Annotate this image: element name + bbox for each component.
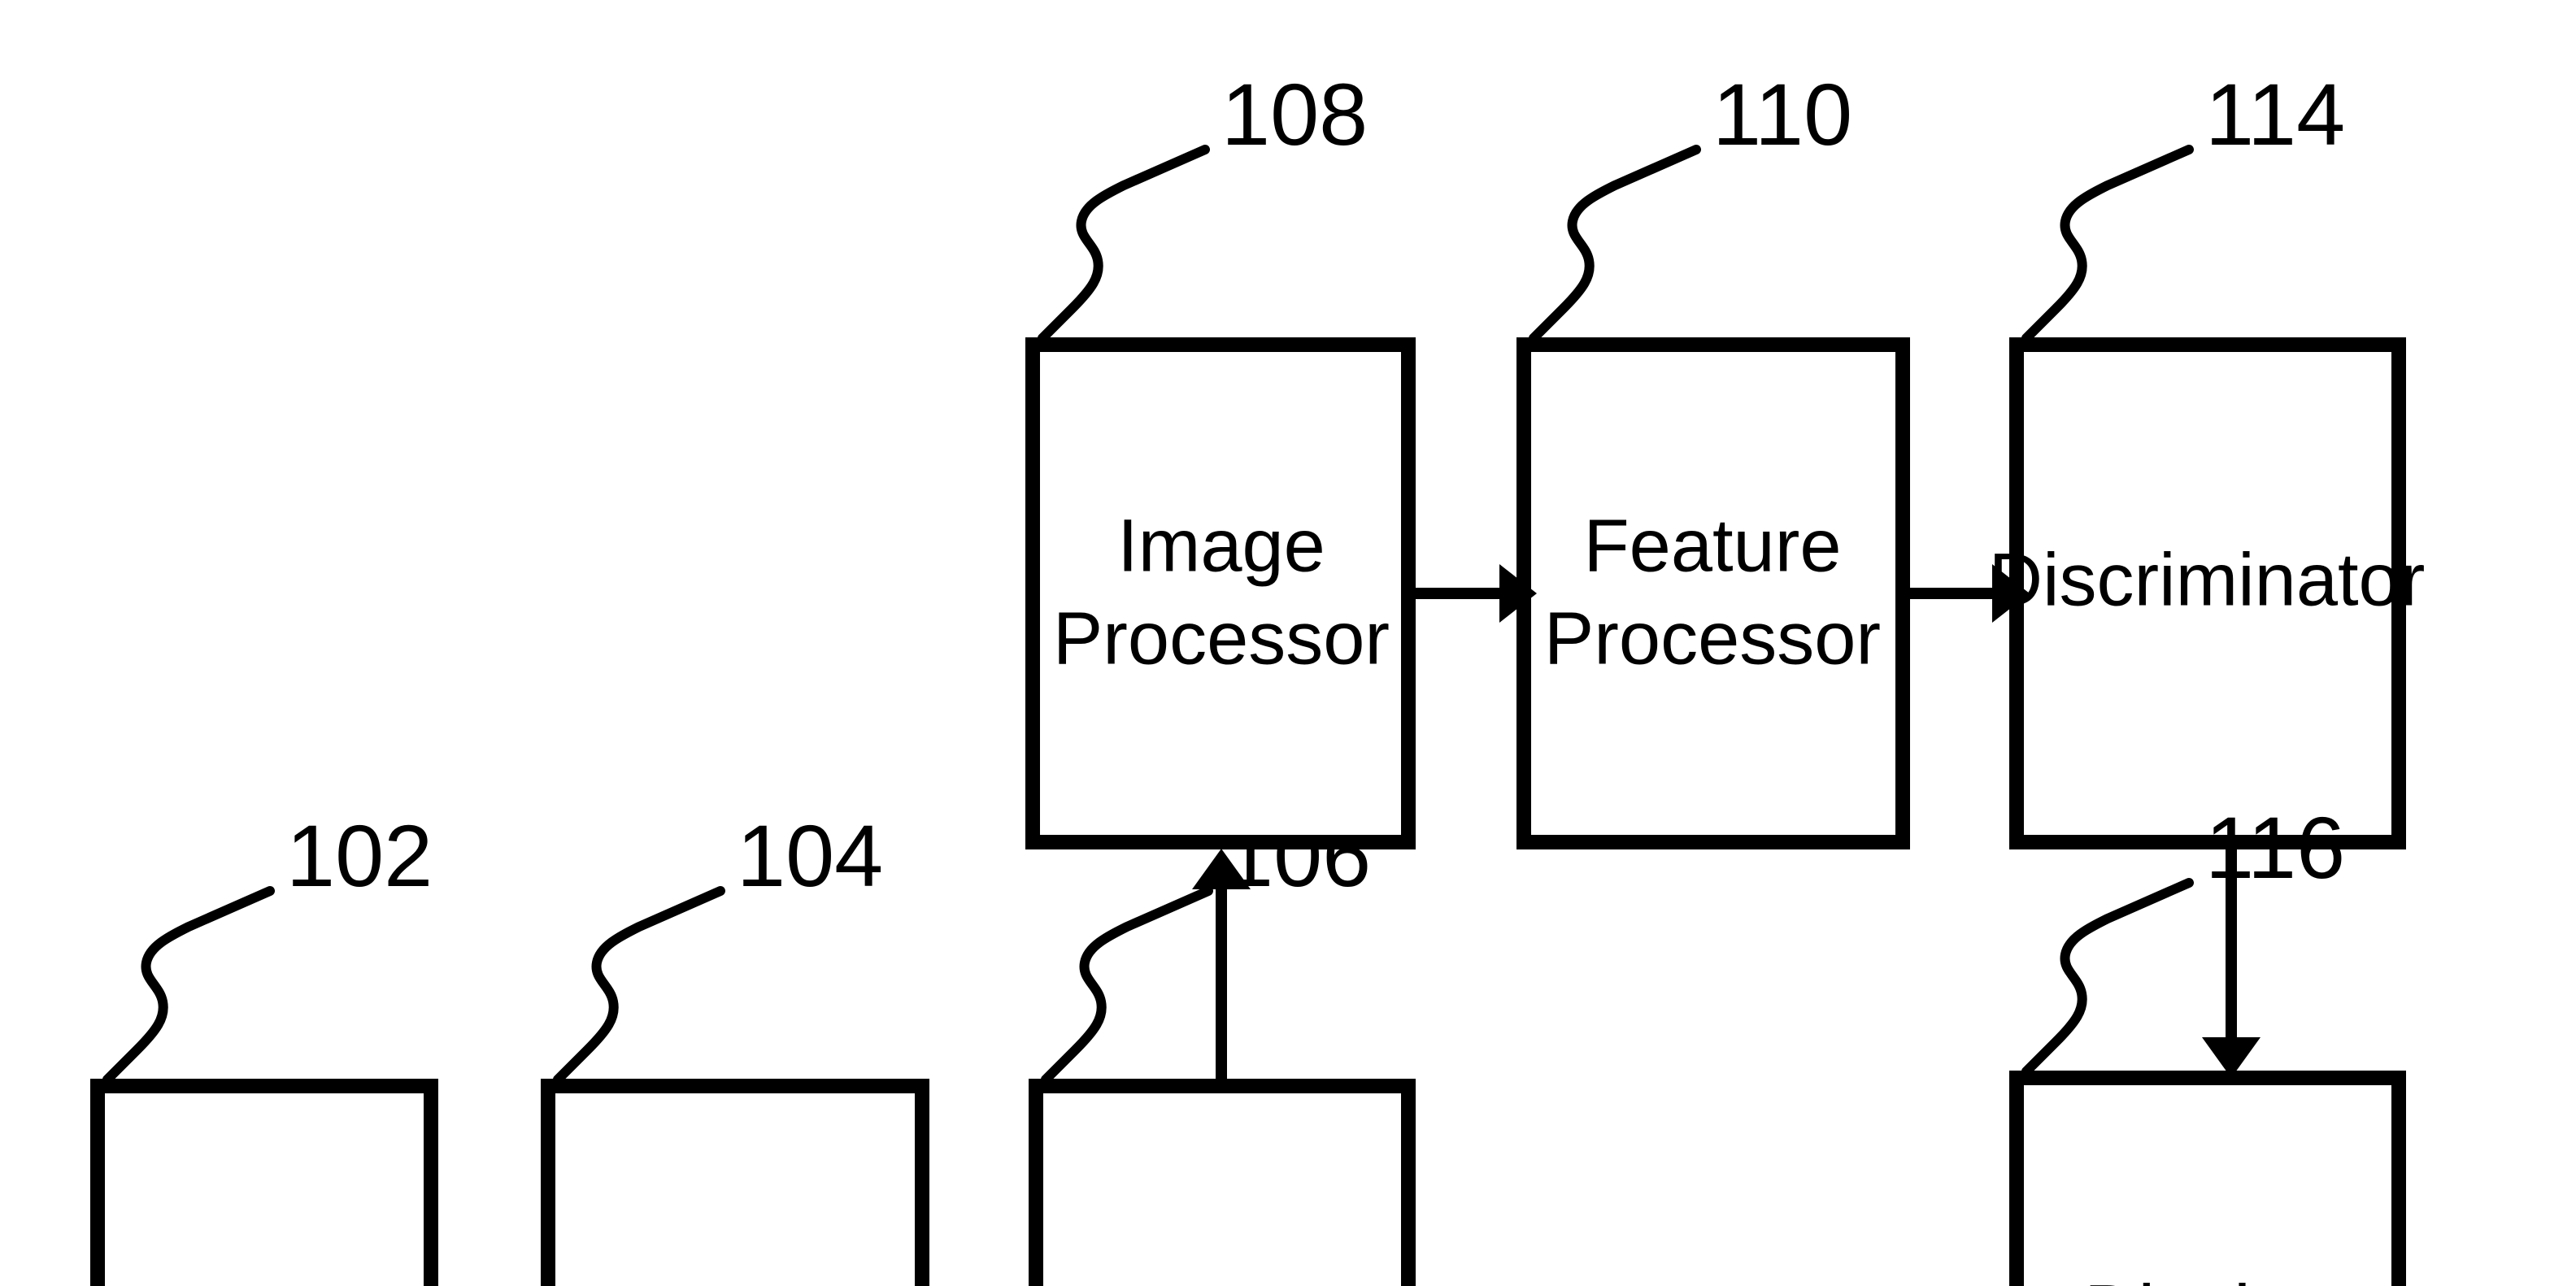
image-processor-label-line2: Processor [1053,597,1390,680]
connector-pre-to-image [1192,849,1251,1086]
block-feature-processor: Feature Processor 110 [1516,65,1910,849]
image-processor-label-line1: Image [1117,504,1325,587]
image-processor-box [1025,337,1416,849]
ref-number-108: 108 [1221,65,1368,163]
block-discriminator: Discriminator 114 [1989,65,2426,849]
block-sensor-unit: Sensor Unit 102 [90,806,438,1286]
display-label: Display [2084,1270,2330,1286]
block-image-processor: Image Processor 108 [1025,65,1416,849]
data-processor-box [541,1079,929,1286]
patent-figure-canvas: Sensor Unit 102 Data Processor 104 Pre-P… [0,0,2576,1286]
discriminator-label: Discriminator [1989,538,2426,621]
ref-number-102: 102 [286,806,433,905]
feature-processor-label-line2: Processor [1544,597,1881,680]
sensor-unit-box [90,1079,438,1286]
pre-processor-box [1029,1079,1416,1286]
feature-processor-label-line1: Feature [1583,504,1841,587]
ref-number-104: 104 [737,806,883,905]
block-data-processor: Data Processor 104 [541,806,929,1286]
ref-number-110: 110 [1712,65,1852,163]
ref-number-114: 114 [2205,65,2345,163]
leader-line-110 [1529,145,1701,343]
block-diagram-svg: Sensor Unit 102 Data Processor 104 Pre-P… [90,65,2426,1286]
leader-line-114 [2021,145,2194,343]
feature-processor-box [1516,337,1910,849]
leader-line-104 [553,886,725,1084]
display-box [2009,1071,2406,1286]
leader-line-106 [1041,886,1213,1084]
leader-line-116 [2021,878,2194,1076]
leader-line-108 [1038,145,1210,343]
leader-line-102 [102,886,275,1084]
